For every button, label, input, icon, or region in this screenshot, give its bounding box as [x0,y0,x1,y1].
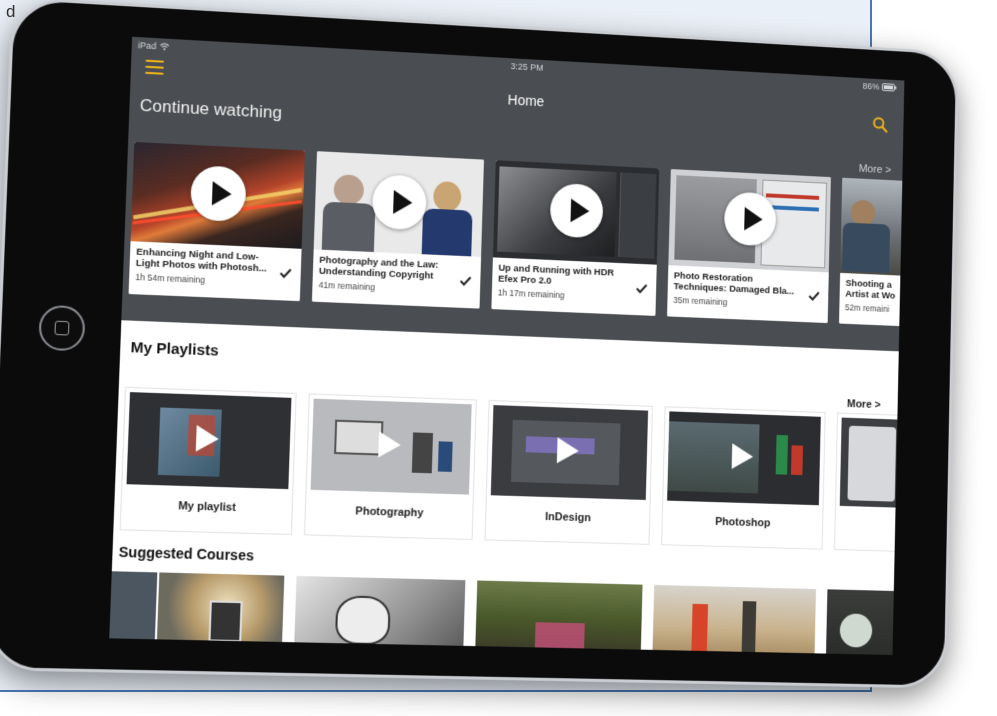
suggested-course-card[interactable] [475,580,643,655]
continue-watching-title: Continue watching [139,95,283,123]
playlist-thumbnail [310,398,472,495]
course-info: Photography and the Law: Understanding C… [311,249,482,309]
play-icon[interactable] [731,443,754,470]
play-icon[interactable] [189,165,247,223]
play-icon[interactable] [549,182,604,239]
continue-watching-section: iPad 3:25 PM 86% Home Continue watching … [121,36,905,352]
ipad-frame: iPad 3:25 PM 86% Home Continue watching … [0,0,959,689]
course-card[interactable]: Photography and the Law: Understanding C… [311,151,485,309]
time-remaining: 35m remaining [673,294,728,308]
suggested-course-card[interactable] [652,584,817,655]
playlist-label [836,520,905,525]
time-remaining: 1h 54m remaining [135,271,206,286]
course-card[interactable]: Enhancing Night and Low-Light Photos wit… [128,141,305,302]
battery-status: 86% [862,81,896,93]
playlist-card[interactable]: InDesign [484,399,654,545]
playlists-list: My playlist Photography InDesign Photosh… [119,386,905,562]
course-info: Enhancing Night and Low-Light Photos wit… [128,241,302,302]
course-thumbnail [840,177,905,280]
course-title: Shooting a Artist at Wo [845,278,896,302]
playlist-card[interactable]: Photography [304,393,477,541]
playlists-title: My Playlists [130,338,220,360]
course-title: Photo Restoration Techniques: Damaged Bl… [673,270,795,298]
playlist-thumbnail [490,405,649,500]
playlist-card[interactable]: My playlist [119,386,297,536]
course-title: Up and Running with HDR Efex Pro 2.0 [498,262,615,287]
continue-watching-list: Enhancing Night and Low-Light Photos wit… [128,141,905,336]
suggested-courses-list [109,571,903,655]
playlist-card[interactable] [834,412,905,555]
suggested-course-card[interactable] [825,589,904,655]
battery-percent: 86% [862,81,880,92]
home-square-icon [54,320,70,336]
play-icon[interactable] [556,437,580,464]
app-screen: iPad 3:25 PM 86% Home Continue watching … [109,36,905,655]
time-remaining: 1h 17m remaining [497,287,565,301]
playlist-card[interactable]: Photoshop [661,406,826,550]
playlists-more-link[interactable]: More > [847,398,881,411]
check-icon [278,266,293,281]
home-button[interactable] [38,304,86,352]
playlist-thumbnail [839,417,905,511]
play-icon[interactable] [723,191,777,247]
playlist-thumbnail [667,411,821,506]
play-icon[interactable] [378,431,402,459]
playlist-label: Photography [355,505,424,520]
suggested-course-card[interactable] [294,575,466,651]
course-info: Shooting a Artist at Wo 52m remaini [839,272,905,331]
check-icon [635,281,649,295]
course-info: Up and Running with HDR Efex Pro 2.0 1h … [491,257,657,316]
time-remaining: 52m remaini [844,302,890,314]
check-icon [807,289,821,303]
play-icon[interactable] [195,425,220,453]
course-card[interactable]: Photo Restoration Techniques: Damaged Bl… [667,169,831,324]
playlist-label: InDesign [545,510,591,525]
course-card[interactable]: Up and Running with HDR Efex Pro 2.0 1h … [491,160,660,316]
suggested-course-card[interactable] [109,571,285,648]
search-icon[interactable] [871,115,888,133]
playlist-label: Photoshop [715,515,771,530]
battery-icon [882,83,897,92]
course-title: Photography and the Law: Understanding C… [318,254,439,282]
playlist-label: My playlist [177,500,237,515]
suggested-courses-title: Suggested Courses [118,543,255,564]
play-icon[interactable] [371,173,428,231]
playlist-thumbnail [126,392,292,490]
course-title: Enhancing Night and Low-Light Photos wit… [135,246,267,275]
continue-watching-more-link[interactable]: More > [859,163,892,176]
time-remaining: 41m remaining [318,279,376,293]
ipad-device: iPad 3:25 PM 86% Home Continue watching … [0,0,963,698]
course-card[interactable]: Shooting a Artist at Wo 52m remaini [839,177,905,331]
course-info: Photo Restoration Techniques: Damaged Bl… [667,265,829,324]
check-icon [459,276,472,286]
